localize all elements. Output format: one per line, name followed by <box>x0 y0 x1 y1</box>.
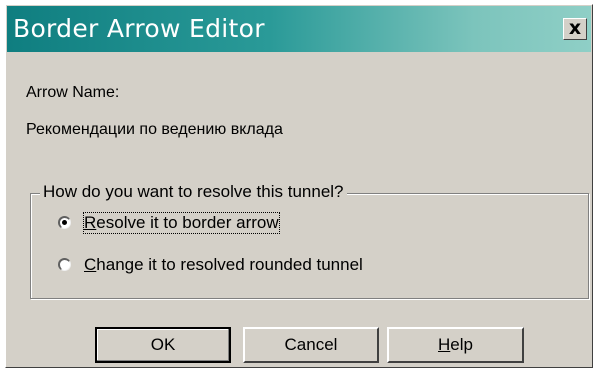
resolve-options-group <box>30 193 589 299</box>
window-title: Border Arrow Editor <box>13 14 265 43</box>
help-button[interactable]: Help <box>387 327 524 363</box>
mnemonic-letter: R <box>84 213 97 232</box>
border-arrow-editor-dialog: Border Arrow Editor x Arrow Name: Рекоме… <box>5 4 593 368</box>
radio-label-text: hange it to resolved rounded tunnel <box>96 255 363 274</box>
radio-label[interactable]: Change it to resolved rounded tunnel <box>84 255 363 275</box>
mnemonic-letter: H <box>438 335 451 354</box>
radio-button-selected[interactable] <box>58 216 71 229</box>
close-icon: x <box>568 17 582 39</box>
radio-label-text: esolve it to border arrow <box>96 213 279 232</box>
arrow-name-label: Arrow Name: <box>26 84 120 101</box>
cancel-button[interactable]: Cancel <box>243 327 379 363</box>
radio-button-unselected[interactable] <box>58 258 71 271</box>
arrow-name-value: Рекомендации по ведению вклада <box>26 121 283 138</box>
close-button[interactable]: x <box>563 18 587 40</box>
radio-dot-icon <box>62 220 67 225</box>
ok-button[interactable]: OK <box>95 327 231 363</box>
mnemonic-letter: C <box>84 255 97 274</box>
help-button-label: elp <box>450 335 473 354</box>
title-bar[interactable]: Border Arrow Editor x <box>7 6 591 52</box>
radio-label[interactable]: Resolve it to border arrow <box>83 212 280 234</box>
group-legend: How do you want to resolve this tunnel? <box>40 182 347 202</box>
